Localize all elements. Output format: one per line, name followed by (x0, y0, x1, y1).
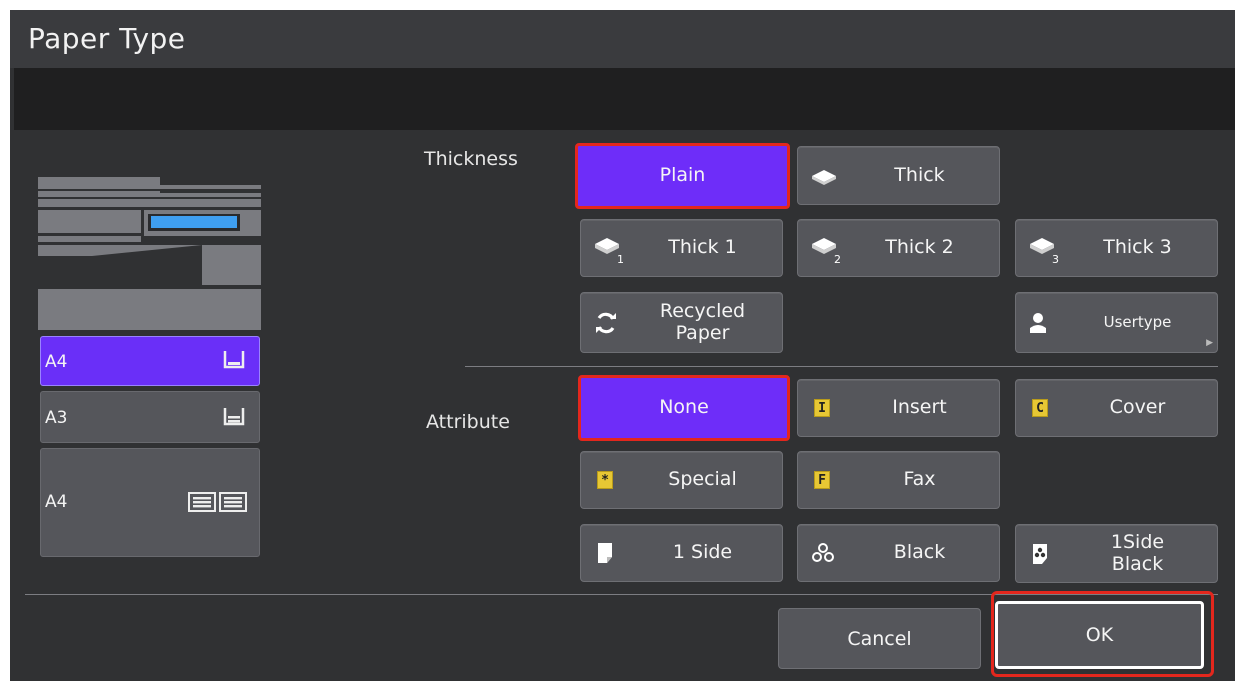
one-side-label: 1 Side (672, 541, 733, 564)
insert-button[interactable]: I Insert (797, 379, 1000, 437)
tray-icon (223, 406, 245, 431)
tray-label: A4 (45, 352, 68, 372)
tray-label: A3 (45, 408, 68, 428)
thick-3-button[interactable]: 3 Thick 3 (1015, 219, 1218, 277)
recycled-paper-label: Recycled Paper (659, 300, 746, 344)
paper-stack-icon (1028, 220, 1056, 276)
special-button[interactable]: * Special (580, 451, 783, 509)
thick-button[interactable]: Thick (797, 146, 1000, 205)
black-icon (812, 525, 834, 581)
tray-icon (223, 349, 245, 374)
fax-icon: F (814, 452, 830, 508)
tray-label: A4 (45, 492, 68, 512)
plain-button[interactable]: Plain (575, 143, 790, 209)
thick-1-label: Thick 1 (668, 236, 737, 259)
fax-button[interactable]: F Fax (797, 451, 1000, 509)
cover-button[interactable]: C Cover (1015, 379, 1218, 437)
thickness-level: 2 (834, 253, 841, 266)
paper-stack-icon (810, 147, 838, 204)
thick-2-button[interactable]: 2 Thick 2 (797, 219, 1000, 277)
black-label: Black (893, 541, 946, 564)
large-capacity-tray-icon (187, 491, 249, 518)
cancel-button[interactable]: Cancel (778, 608, 981, 669)
ok-button[interactable]: OK (995, 601, 1204, 669)
thickness-level: 3 (1052, 253, 1059, 266)
tray-a4-1[interactable]: A4 (40, 336, 260, 386)
none-label: None (659, 396, 709, 419)
thick-2-label: Thick 2 (885, 236, 954, 259)
section-divider (465, 366, 1218, 367)
title-bar: Paper Type (10, 10, 1235, 68)
paper-type-screen: Paper Type A4 A3 A4 Thickness Plain Thic… (10, 10, 1235, 681)
user-icon (1028, 293, 1048, 352)
special-label: Special (668, 468, 737, 491)
cover-label: Cover (1109, 396, 1166, 419)
message-bar (14, 68, 1235, 130)
printer-illustration (38, 177, 261, 330)
cover-icon: C (1032, 380, 1048, 436)
recycle-icon (593, 293, 619, 352)
thickness-level: 1 (617, 253, 624, 266)
attribute-label: Attribute (426, 411, 510, 433)
insert-label: Insert (892, 396, 947, 419)
one-side-button[interactable]: 1 Side (580, 524, 783, 582)
one-side-black-icon (1032, 525, 1048, 582)
thickness-label: Thickness (424, 148, 518, 170)
one-side-black-button[interactable]: 1Side Black (1015, 524, 1218, 583)
tray-a3[interactable]: A3 (40, 391, 260, 443)
thick-3-label: Thick 3 (1103, 236, 1172, 259)
usertype-label: Usertype (1103, 313, 1172, 332)
thick-label: Thick (894, 163, 945, 186)
none-button[interactable]: None (578, 375, 790, 441)
fax-label: Fax (903, 468, 936, 491)
one-side-black-label: 1Side Black (1110, 531, 1165, 575)
submenu-arrow-icon: ▶ (1206, 338, 1213, 348)
recycled-paper-button[interactable]: Recycled Paper (580, 292, 783, 353)
paper-stack-icon (593, 220, 621, 276)
paper-stack-icon (810, 220, 838, 276)
one-side-icon (597, 525, 613, 581)
tray-a4-lcf[interactable]: A4 (40, 448, 260, 557)
thick-1-button[interactable]: 1 Thick 1 (580, 219, 783, 277)
black-button[interactable]: Black (797, 524, 1000, 582)
plain-label: Plain (659, 164, 706, 187)
usertype-button[interactable]: Usertype ▶ (1015, 292, 1218, 353)
special-icon: * (597, 452, 613, 508)
page-title: Paper Type (28, 22, 186, 55)
insert-icon: I (814, 380, 830, 436)
